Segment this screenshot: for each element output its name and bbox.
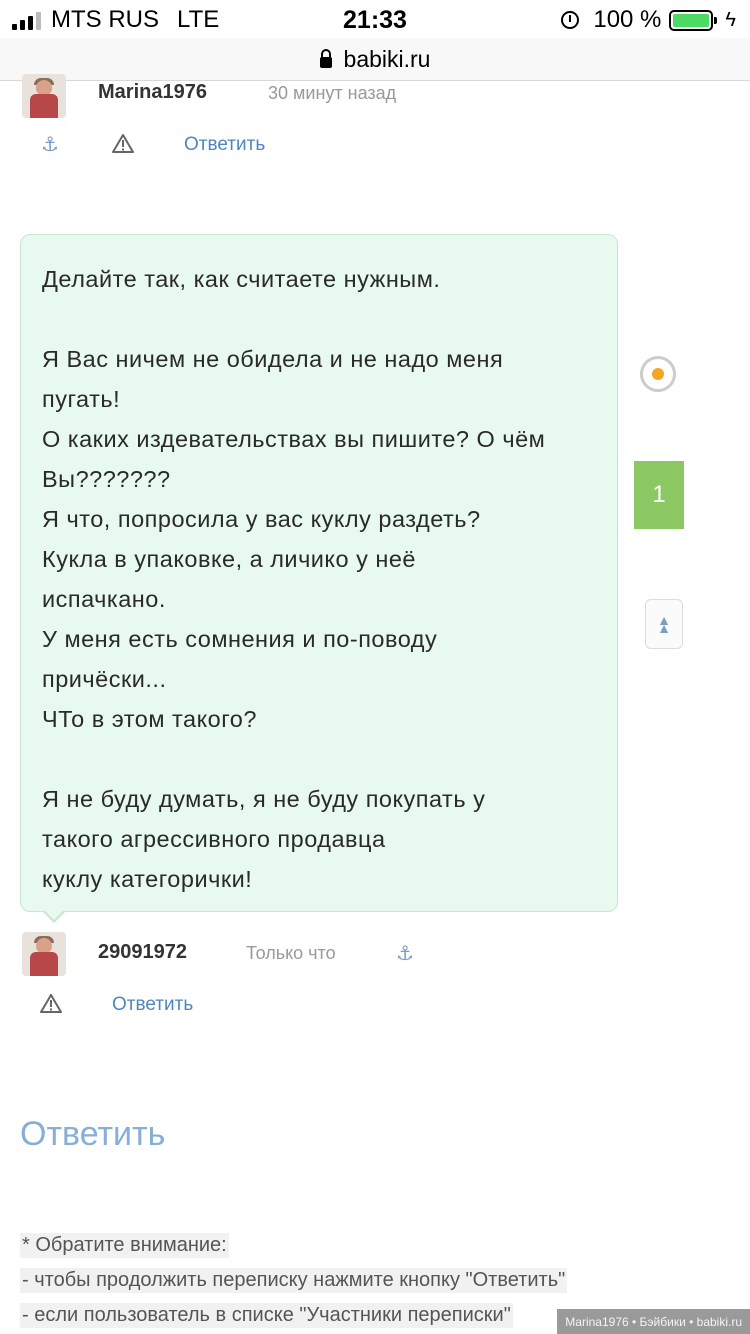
comment-time: Только что xyxy=(246,943,336,963)
bubble-tail xyxy=(42,910,66,923)
message-line: куклу категорички! xyxy=(42,866,253,892)
message-line xyxy=(42,299,597,339)
scroll-top-icon: ▲ ▲ xyxy=(657,612,671,636)
alarm-icon xyxy=(561,11,580,29)
notice-line: * Обратите внимание: xyxy=(20,1233,229,1258)
scroll-top-button[interactable]: ▲ ▲ xyxy=(645,599,683,649)
reply-link[interactable]: Ответить xyxy=(112,994,193,1016)
battery-percent: 100 % xyxy=(593,6,662,33)
message-line: У меня есть сомнения и по-поводу xyxy=(42,626,438,652)
lock-icon xyxy=(319,48,332,68)
reply-heading[interactable]: Ответить xyxy=(20,1115,165,1154)
message-line xyxy=(42,739,597,779)
message-line: Я Вас ничем не обидела и не надо меня xyxy=(42,346,504,372)
message-text: Делайте так, как считаете нужным. Я Вас … xyxy=(42,259,597,899)
reply-link[interactable]: Ответить xyxy=(184,134,265,156)
status-bar: MTS RUS LTE 21:33 100 % ϟ xyxy=(0,0,750,40)
comment-time: 30 минут назад xyxy=(268,83,397,103)
comment-author[interactable]: 29091972 xyxy=(98,941,187,964)
avatar[interactable] xyxy=(22,932,66,976)
message-line: Я что, попросила у вас куклу раздеть? xyxy=(42,506,481,532)
message-line: испачкано. xyxy=(42,586,166,612)
battery-icon xyxy=(669,9,718,31)
anchor-icon[interactable]: ⚓ xyxy=(396,941,414,966)
message-line: Вы??????? xyxy=(42,466,171,492)
message-line: Я не буду думать, я не буду покупать у xyxy=(42,786,486,812)
notice-line: - чтобы продолжить переписку нажмите кно… xyxy=(20,1268,568,1293)
avatar[interactable] xyxy=(22,74,66,118)
status-right: 100 % ϟ xyxy=(561,6,736,34)
message-line: Кукла в упаковке, а личико у неё xyxy=(42,546,416,572)
notice-line: - если пользователь в списке "Участники … xyxy=(20,1303,513,1328)
message-line: Делайте так, как считаете нужным. xyxy=(42,266,441,292)
message-counter[interactable]: 1 xyxy=(634,461,684,529)
anchor-icon[interactable]: ⚓ xyxy=(41,132,59,157)
url-text: babiki.ru xyxy=(343,45,431,72)
charging-icon: ϟ xyxy=(725,8,736,31)
address-bar[interactable]: babiki.ru xyxy=(0,38,750,81)
loading-icon xyxy=(640,356,676,392)
message-line: ЧТо в этом такого? xyxy=(42,706,257,732)
comment-author[interactable]: Marina1976 xyxy=(98,81,207,104)
message-line: причёски... xyxy=(42,666,167,692)
message-line: О каких издевательствах вы пишите? О чём xyxy=(42,426,546,452)
watermark: Marina1976 • Бэйбики • babiki.ru xyxy=(557,1309,750,1334)
message-line: такого агрессивного продавца xyxy=(42,826,386,852)
message-line: пугать! xyxy=(42,386,121,412)
message-bubble: Делайте так, как считаете нужным. Я Вас … xyxy=(20,234,618,912)
